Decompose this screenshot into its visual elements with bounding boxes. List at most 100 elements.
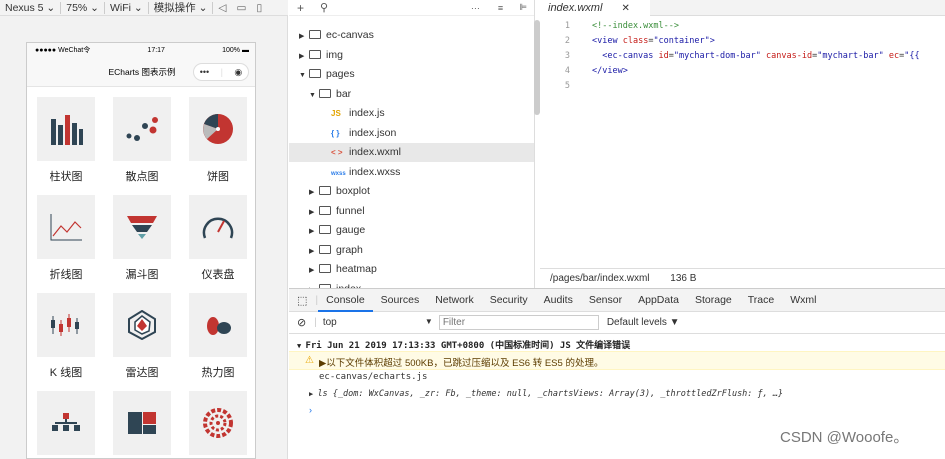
tree-item-label: pages: [326, 68, 355, 80]
code-line: <view class="container">: [592, 36, 715, 46]
chart-item-label: 折线图: [49, 269, 83, 281]
chart-item-line[interactable]: 折线图: [34, 195, 98, 282]
device-select[interactable]: Nexus 5 ⌄: [0, 1, 62, 14]
chevron-right-icon[interactable]: ▶: [299, 47, 309, 66]
tree-item[interactable]: ▶index: [289, 280, 534, 289]
tree-item-label: index.json: [349, 126, 397, 139]
file-explorer: + ⚲ ··· ≡ ⊫ ▶ ec-canvas ▶ img ▼ pages ▼ bar JS in…: [289, 0, 535, 288]
simulator-toolbar: Nexus 5 ⌄ 75% ⌄ WiFi ⌄ 模拟操作 ⌄ ◁ ▭ ▯: [0, 0, 288, 16]
tree-item[interactable]: ▼ bar: [289, 85, 534, 105]
code-line: <!--index.wxml-->: [592, 21, 679, 31]
warning-text: ▶以下文件体积超过 500KB，已跳过压缩以及 ES6 转 ES5 的处理。: [319, 358, 604, 369]
tree-item[interactable]: ▶ img: [289, 46, 534, 66]
tree-item[interactable]: JS index.js: [289, 104, 534, 123]
chart-item-treemap[interactable]: [110, 391, 174, 455]
candlestick-chart-icon: [51, 314, 79, 336]
filter-input[interactable]: [438, 315, 599, 330]
console-prompt[interactable]: ›: [309, 405, 945, 415]
tree-item[interactable]: ▶ gauge: [289, 221, 534, 241]
chart-item-tree[interactable]: [34, 391, 98, 455]
scatter-chart-icon: [126, 117, 158, 141]
tab-sources[interactable]: Sources: [373, 294, 428, 306]
tree-item[interactable]: ▶ funnel: [289, 202, 534, 222]
context-select[interactable]: top ▼: [317, 317, 439, 328]
tree-item-label: img: [326, 48, 343, 61]
chevron-right-icon[interactable]: ▶: [309, 261, 319, 280]
collapse-icon[interactable]: ≡: [498, 3, 503, 13]
line-number: 4: [564, 66, 570, 76]
more-icon[interactable]: •••: [200, 67, 209, 77]
window-icon[interactable]: ▭: [231, 2, 251, 14]
line-chart-icon: [50, 214, 82, 241]
inspect-icon[interactable]: ⬚: [289, 294, 315, 307]
chart-item-scatter[interactable]: 散点图: [110, 97, 174, 184]
chevron-right-icon[interactable]: ▶: [309, 281, 319, 289]
tab-network[interactable]: Network: [427, 294, 482, 306]
search-icon[interactable]: ⚲: [320, 1, 328, 14]
chevron-right-icon[interactable]: ▶: [299, 27, 309, 46]
more-icon[interactable]: ···: [471, 3, 480, 13]
chart-item-pie[interactable]: 饼图: [186, 97, 250, 184]
chevron-right-icon[interactable]: ▶: [309, 242, 319, 261]
chevron-down-icon[interactable]: ▼: [299, 66, 309, 85]
tree-item[interactable]: wxss index.wxss: [289, 163, 534, 182]
chevron-right-icon[interactable]: ▶: [309, 183, 319, 202]
tab-sensor[interactable]: Sensor: [581, 294, 630, 306]
tree-item[interactable]: ▶ heatmap: [289, 260, 534, 280]
tree-item[interactable]: < > index.wxml: [289, 143, 534, 162]
chart-item-gauge[interactable]: 仪表盘: [186, 195, 250, 282]
file-path: /pages/bar/index.wxml: [550, 273, 650, 284]
tree-item-label: index.wxss: [349, 165, 401, 178]
tab-appdata[interactable]: AppData: [630, 294, 687, 306]
tree-item[interactable]: { } index.json: [289, 124, 534, 143]
editor-tabbar: index.wxml ✕: [540, 0, 945, 16]
chart-item-bar[interactable]: 柱状图: [34, 97, 98, 184]
line-number: 2: [564, 36, 570, 46]
split-icon[interactable]: ▯: [251, 2, 267, 14]
chart-item-radar[interactable]: 雷达图: [110, 293, 174, 380]
close-icon[interactable]: ◉: [234, 67, 242, 78]
code-editor[interactable]: 1 2 3 4 5 <!--index.wxml--> <view class=…: [540, 17, 945, 267]
tree-item-label: index.wxml: [349, 146, 401, 158]
capsule-divider: |: [220, 67, 223, 77]
tree-item-label: gauge: [336, 224, 366, 236]
chart-item-heatmap[interactable]: 热力图: [186, 293, 250, 380]
object-log[interactable]: ▶ ls {_dom: WxCanvas, _zr: Fb, _theme: n…: [309, 389, 945, 399]
tree-item[interactable]: ▶ ec-canvas: [289, 26, 534, 46]
chart-item-sunburst[interactable]: [186, 391, 250, 455]
wxss-file-icon: wxss: [331, 170, 346, 177]
tab-storage[interactable]: Storage: [687, 294, 740, 306]
operation-select[interactable]: 模拟操作 ⌄: [149, 1, 214, 14]
tree-item-label: funnel: [336, 204, 365, 217]
tab-security[interactable]: Security: [482, 294, 536, 306]
chart-item-label: 雷达图: [125, 367, 159, 379]
split-icon[interactable]: ⊫: [519, 2, 527, 13]
chevron-right-icon[interactable]: ▶: [309, 222, 319, 241]
chart-item-candlestick[interactable]: K 线图: [34, 293, 98, 380]
chart-item-funnel[interactable]: 漏斗图: [110, 195, 174, 282]
tab-console[interactable]: Console: [318, 289, 373, 312]
tree-item[interactable]: ▼ pages: [289, 65, 534, 85]
tree-item[interactable]: ▶ graph: [289, 241, 534, 261]
close-icon[interactable]: ✕: [621, 3, 629, 14]
tab-trace[interactable]: Trace: [740, 294, 782, 306]
log-levels-select[interactable]: Default levels ▼: [607, 317, 680, 328]
treemap-chart-icon: [128, 412, 156, 434]
status-bar: ●●●●● WeChat令 17:17 100% ▬: [27, 43, 255, 57]
zoom-select[interactable]: 75% ⌄: [61, 1, 105, 14]
tab-wxml[interactable]: Wxml: [782, 294, 824, 306]
chevron-right-icon[interactable]: ▶: [309, 203, 319, 222]
add-icon[interactable]: +: [297, 1, 304, 15]
tab-index-wxml[interactable]: index.wxml ✕: [540, 0, 650, 16]
network-select[interactable]: WiFi ⌄: [105, 1, 149, 14]
chevron-down-icon[interactable]: ▼: [309, 86, 319, 105]
warning-file: ec-canvas/echarts.js: [319, 372, 428, 382]
tree-item[interactable]: ▶ boxplot: [289, 182, 534, 202]
folder-open-icon: [319, 88, 331, 98]
tab-audits[interactable]: Audits: [536, 294, 581, 306]
console-filter-bar: ⊘ | top▼ Default levels ▼: [289, 312, 945, 334]
nav-bar: ECharts 图表示例 ••• | ◉: [27, 57, 255, 87]
volume-icon[interactable]: ◁: [213, 2, 231, 14]
log-group-header[interactable]: ▼ Fri Jun 21 2019 17:13:33 GMT+0800 (中国标…: [289, 338, 945, 351]
clear-console-icon[interactable]: ⊘: [289, 316, 314, 329]
